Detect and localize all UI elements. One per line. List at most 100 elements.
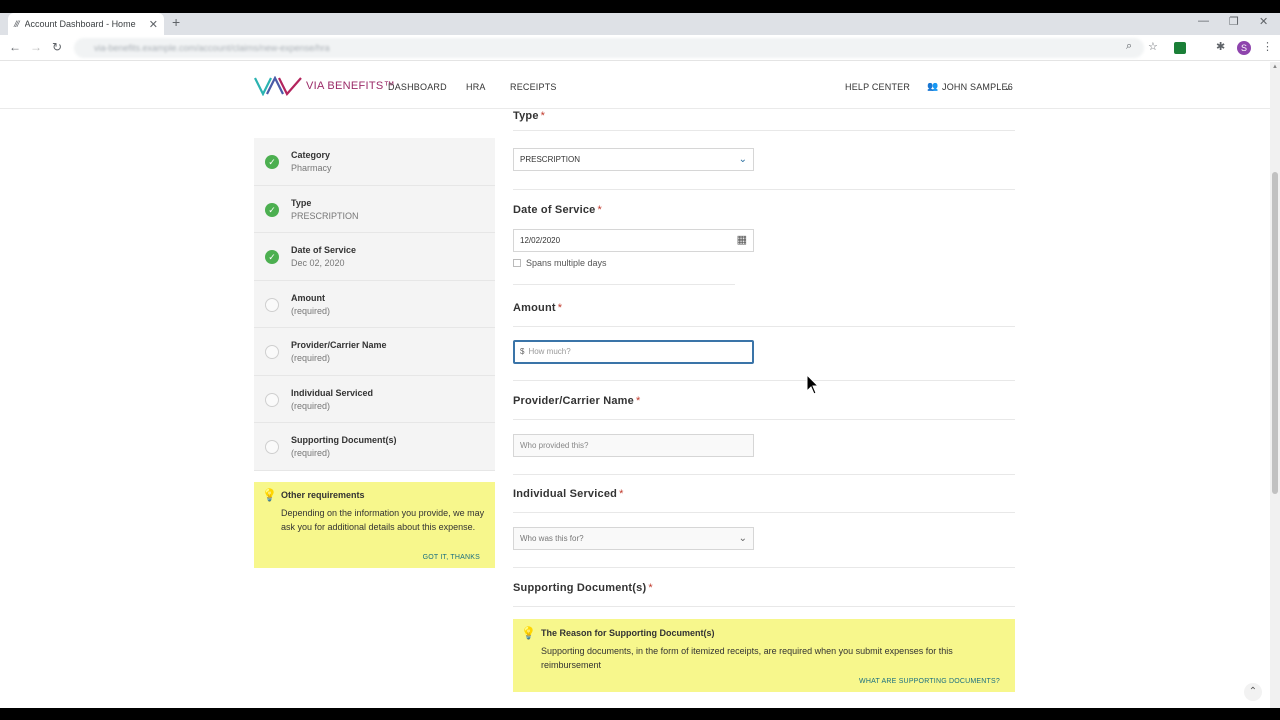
address-bar[interactable]: via-benefits.example.com/account/claims/…: [74, 38, 1144, 58]
close-window-button[interactable]: ✕: [1259, 15, 1268, 28]
individual-label-text: Individual Serviced: [513, 488, 618, 500]
supporting-documents-note: 💡 The Reason for Supporting Document(s) …: [513, 619, 1015, 692]
step-label: Provider/Carrier Name: [291, 340, 387, 350]
step-individual[interactable]: Individual Serviced (required): [254, 375, 495, 423]
users-icon: 👥: [927, 81, 939, 91]
window-frame-bottom: [0, 708, 1280, 720]
extension-sheets-icon[interactable]: [1174, 42, 1186, 54]
amount-placeholder: How much?: [528, 347, 571, 356]
other-requirements-note: 💡 Other requirements Depending on the in…: [254, 482, 495, 568]
type-select[interactable]: PRESCRIPTION ⌄: [513, 148, 754, 171]
provider-label: Provider/Carrier Name *: [513, 395, 640, 407]
currency-symbol: $: [520, 347, 525, 356]
forward-arrow-icon[interactable]: →: [30, 40, 42, 54]
individual-placeholder: Who was this for?: [520, 534, 584, 543]
got-it-link[interactable]: GOT IT, THANKS: [423, 554, 480, 561]
individual-select[interactable]: Who was this for? ⌄: [513, 527, 754, 550]
required-mark: *: [597, 204, 602, 216]
nav-dashboard[interactable]: DASHBOARD: [388, 82, 447, 92]
page-scrollbar[interactable]: [1270, 62, 1280, 710]
amount-input[interactable]: $ How much?: [513, 340, 754, 364]
chevron-down-icon: ⌄: [738, 533, 747, 544]
logo-text: VIA BENEFITS™: [306, 80, 395, 92]
check-circle-icon: ✓: [265, 202, 279, 217]
step-label: Individual Serviced: [291, 387, 374, 398]
restore-window-button[interactable]: ❐: [1229, 15, 1239, 28]
close-tab-icon[interactable]: ✕: [149, 18, 158, 31]
calendar-icon[interactable]: ▦: [737, 230, 747, 251]
empty-circle-icon: [265, 297, 279, 312]
required-mark: *: [557, 302, 563, 314]
step-amount[interactable]: Amount (required): [254, 280, 495, 328]
step-value: Pharmacy: [291, 163, 332, 173]
step-documents[interactable]: Supporting Document(s) (required): [254, 423, 495, 471]
claim-steps-list: ✓ Category Pharmacy ✓ Type PRESCRIPTION …: [254, 138, 495, 471]
browser-tab[interactable]: /// Account Dashboard - Home ✕: [8, 13, 164, 35]
chevron-down-icon[interactable]: ⌄: [1004, 82, 1012, 93]
scrollbar-thumb[interactable]: [1272, 172, 1278, 494]
step-value: PRESCRIPTION: [291, 210, 359, 221]
documents-label: Supporting Document(s) *: [513, 582, 653, 594]
mouse-cursor-icon: [806, 374, 820, 395]
profile-avatar[interactable]: S: [1237, 41, 1251, 55]
browser-menu-icon[interactable]: ⋮: [1262, 40, 1273, 53]
scroll-up-arrow-icon[interactable]: ▲: [1272, 64, 1278, 70]
lightbulb-icon: 💡: [262, 488, 277, 502]
minimize-window-button[interactable]: —: [1198, 15, 1209, 27]
zoom-search-icon[interactable]: ⌕: [1126, 40, 1132, 53]
step-provider[interactable]: Provider/Carrier Name (required): [254, 328, 495, 376]
step-type[interactable]: ✓ Type PRESCRIPTION: [254, 185, 495, 233]
provider-input[interactable]: Who provided this?: [513, 434, 754, 457]
documents-label-text: Supporting Document(s): [513, 582, 647, 594]
divider: [513, 284, 735, 285]
check-circle-icon: ✓: [265, 155, 279, 169]
amount-label: Amount *: [513, 302, 562, 314]
required-mark: *: [648, 582, 653, 594]
checkbox-box[interactable]: [513, 259, 521, 267]
step-value: (required): [291, 305, 331, 316]
spans-multiple-days-checkbox[interactable]: Spans multiple days: [513, 258, 607, 268]
help-center-link[interactable]: HELP CENTER: [845, 82, 910, 92]
step-value: (required): [291, 448, 331, 458]
reload-icon[interactable]: ↻: [52, 40, 62, 54]
required-mark: *: [540, 110, 546, 122]
doc-note-body: Supporting documents, in the form of ite…: [541, 646, 953, 670]
via-logo-icon: [254, 76, 302, 96]
date-of-service-label: Date of Service *: [513, 204, 602, 216]
required-mark: *: [619, 488, 624, 500]
step-label: Category: [291, 150, 331, 160]
type-select-value: PRESCRIPTION: [520, 155, 581, 164]
empty-circle-icon: [265, 392, 279, 407]
doc-note-title: The Reason for Supporting Document(s): [541, 628, 715, 638]
date-label-text: Date of Service: [513, 204, 596, 216]
new-tab-button[interactable]: +: [172, 14, 180, 30]
step-label: Date of Service: [291, 245, 357, 255]
amount-label-text: Amount: [513, 302, 556, 314]
nav-hra[interactable]: HRA: [466, 82, 486, 92]
step-category[interactable]: ✓ Category Pharmacy: [254, 138, 495, 186]
divider: [513, 380, 1015, 381]
checkbox-label: Spans multiple days: [526, 258, 607, 268]
type-label: Type *: [513, 110, 545, 122]
divider: [513, 326, 1015, 327]
site-favicon-icon: ///: [14, 19, 19, 29]
step-date-of-service[interactable]: ✓ Date of Service Dec 02, 2020: [254, 233, 495, 281]
supporting-documents-link[interactable]: WHAT ARE SUPPORTING DOCUMENTS?: [859, 678, 1000, 685]
date-of-service-input[interactable]: 12/02/2020 ▦: [513, 229, 754, 252]
chevron-down-icon: ⌄: [738, 154, 747, 165]
bookmark-star-icon[interactable]: ☆: [1148, 40, 1158, 53]
back-arrow-icon[interactable]: ←: [9, 40, 21, 54]
user-menu[interactable]: JOHN SAMPLE6: [942, 82, 1013, 92]
required-mark: *: [635, 395, 641, 407]
step-label: Supporting Document(s): [291, 435, 397, 445]
back-to-top-button[interactable]: ⌃: [1244, 683, 1262, 701]
via-benefits-logo[interactable]: VIA BENEFITS™: [254, 76, 395, 96]
divider: [513, 419, 1015, 420]
divider: [513, 606, 1015, 607]
divider: [513, 130, 1015, 131]
nav-receipts[interactable]: RECEIPTS: [510, 82, 557, 92]
extensions-puzzle-icon[interactable]: ✱: [1216, 40, 1225, 53]
site-header: VIA BENEFITS™ DASHBOARD HRA RECEIPTS HEL…: [0, 62, 1270, 109]
step-value: (required): [291, 353, 331, 363]
step-value: (required): [291, 400, 331, 411]
